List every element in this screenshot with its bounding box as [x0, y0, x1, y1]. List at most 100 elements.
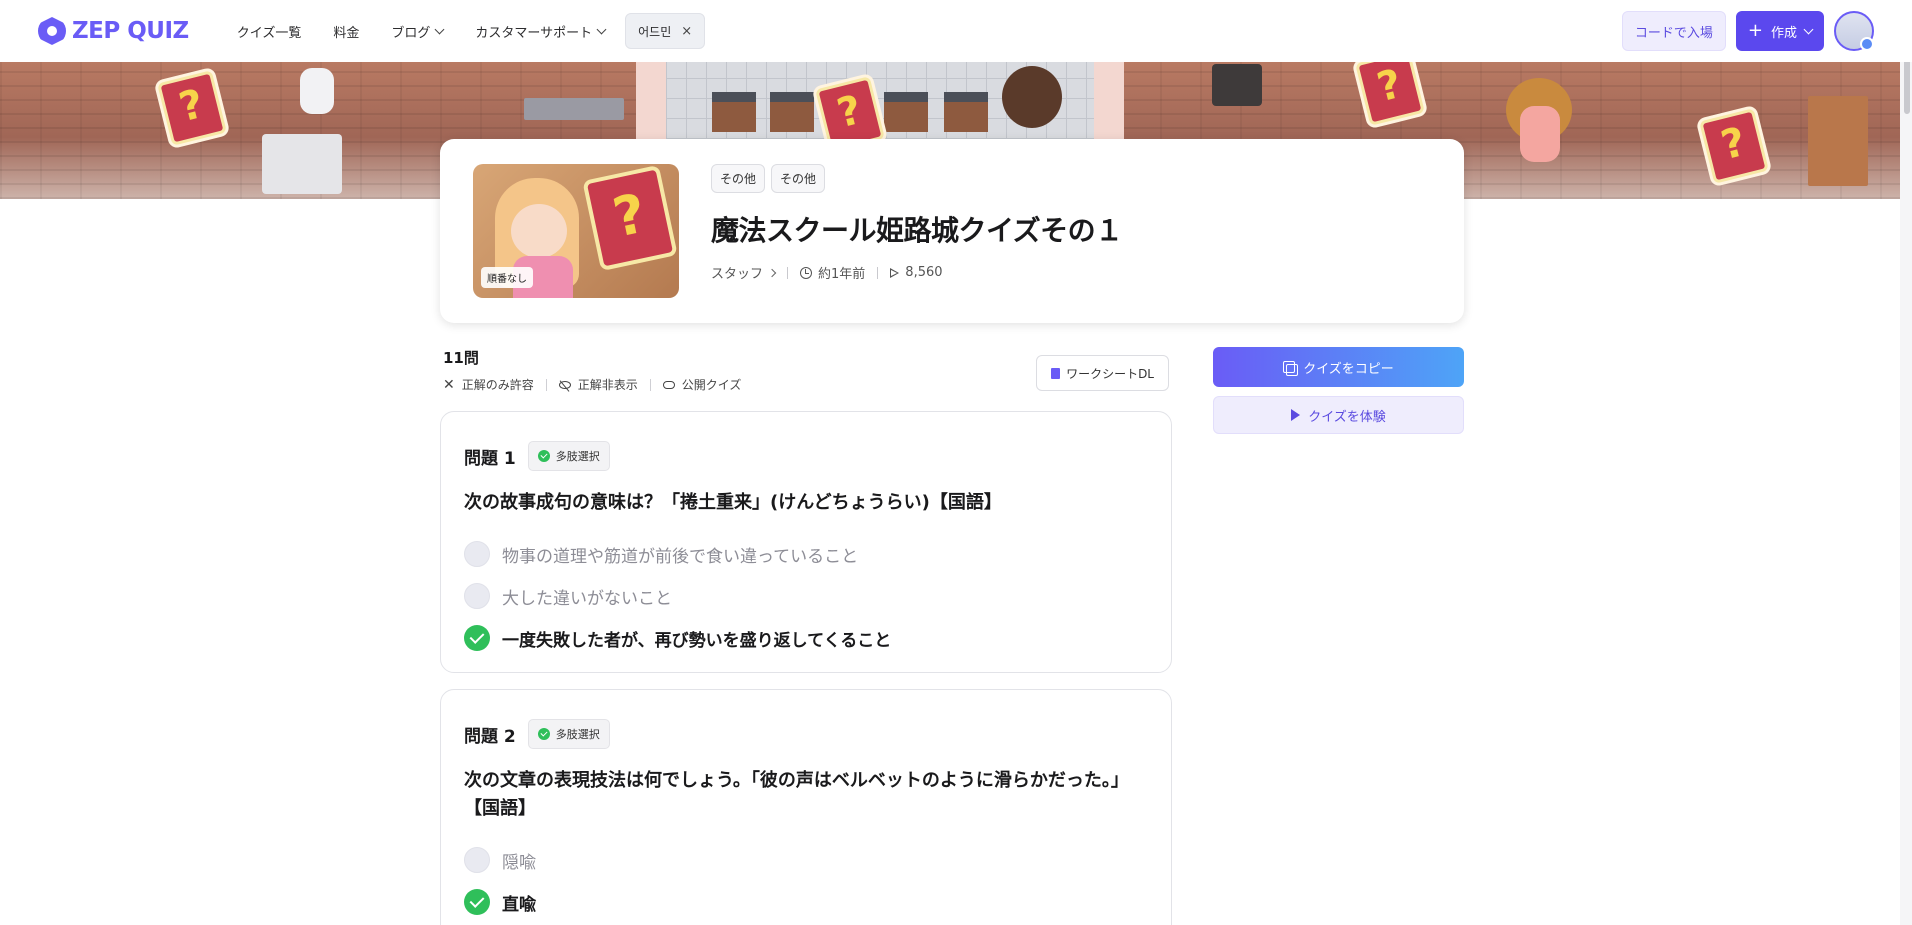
copy-icon [1283, 361, 1299, 376]
quiz-meta: スタッフ 約1年前 8,560 [711, 263, 1123, 282]
chevron-down-icon [434, 24, 445, 34]
try-quiz-button[interactable]: クイズを体験 [1213, 396, 1464, 434]
check-circle-icon [464, 625, 490, 651]
app-frame: ZEP QUIZ クイズ一覧 料金 ブログ カスタマーサポート 어드민 × コー… [0, 0, 1912, 925]
option-circle-icon [464, 847, 490, 873]
desk-sprite [884, 92, 928, 132]
play-icon [1291, 409, 1301, 421]
option-text: 物事の道理や筋道が前後で食い違っていること [502, 546, 859, 567]
thumbnail-face [511, 204, 567, 258]
question-type-badge: 多肢選択 [527, 719, 610, 749]
question-number: 問題 2 [464, 726, 516, 747]
nav-item-quiz-list[interactable]: クイズ一覧 [221, 13, 318, 49]
page-title: 魔法スクール姫路城クイズその１ [711, 214, 1123, 247]
character-sprite [300, 68, 334, 114]
chevron-down-icon [596, 24, 607, 34]
copy-button-label: クイズをコピー [1303, 361, 1394, 377]
option-circle-icon [464, 541, 490, 567]
avatar[interactable] [1834, 11, 1874, 51]
divider [787, 266, 789, 279]
updated-time: 約1年前 [800, 263, 865, 282]
document-icon [1051, 367, 1061, 379]
divider [545, 378, 547, 391]
character-hair-sprite [1002, 66, 1062, 128]
answer-option: 大した違いがないこと [464, 575, 1148, 617]
eye-off-icon [558, 380, 571, 389]
nav-item-support[interactable]: カスタマーサポート [459, 13, 621, 49]
question-number: 問題 1 [464, 448, 516, 469]
scrollbar[interactable] [1900, 0, 1912, 925]
question-text: 次の故事成句の意味は？「捲土重来」(けんどちょうらい)【国語】 [464, 492, 1002, 513]
question-type-label: 多肢選択 [555, 450, 600, 463]
desk-sprite [770, 92, 814, 132]
quiz-summary: 11問 ✕ 正解のみ許容 正解非表示 公開クイズ ワークシートDL [443, 347, 1169, 393]
setting-correct-only: ✕ 正解のみ許容 [443, 376, 534, 393]
try-button-label: クイズを体験 [1308, 409, 1386, 425]
copy-quiz-button[interactable]: クイズをコピー [1213, 347, 1464, 387]
nav-item-pricing[interactable]: 料金 [317, 13, 375, 49]
create-button[interactable]: + 作成 [1735, 11, 1824, 51]
option-text: 一度失敗した者が、再び勢いを盛り返してくること [502, 630, 892, 651]
quiz-header-card: 順番なし その他 その他 魔法スクール姫路城クイズその１ スタッフ 約1年前 [440, 139, 1464, 323]
question-card: 問題 2 多肢選択 次の文章の表現技法は何でしょう。「彼の声はベルベットのように… [440, 689, 1172, 925]
door-sprite [1808, 96, 1868, 186]
quiz-thumbnail: 順番なし [473, 164, 679, 298]
option-text: 直喩 [502, 894, 536, 915]
logo[interactable]: ZEP QUIZ [38, 17, 189, 45]
table-sprite [262, 134, 342, 194]
question-text: 次の文章の表現技法は何でしょう。「彼の声はベルベットのように滑らかだった。」【国… [464, 770, 1129, 819]
quiz-info: その他 その他 魔法スクール姫路城クイズその１ スタッフ 約1年前 8,560 [711, 164, 1123, 298]
divider [649, 378, 651, 391]
play-icon [890, 267, 900, 278]
option-text: 大した違いがないこと [502, 588, 672, 609]
check-circle-icon [464, 889, 490, 915]
main-nav: クイズ一覧 料金 ブログ カスタマーサポート 어드민 × [221, 13, 706, 49]
question-type-label: 多肢選択 [555, 728, 600, 741]
question-type-badge: 多肢選択 [527, 441, 610, 471]
question-card: 問題 1 多肢選択 次の故事成句の意味は？「捲土重来」(けんどちょうらい)【国語… [440, 411, 1172, 673]
question-header: 問題 2 多肢選択 [464, 719, 1148, 749]
divider [877, 266, 879, 279]
close-icon: ✕ [443, 376, 455, 393]
check-icon [537, 450, 550, 462]
link-icon [662, 380, 675, 389]
side-actions: クイズをコピー クイズを体験 [1213, 347, 1464, 434]
header-actions: コードで入場 + 作成 [1621, 11, 1874, 51]
nav-label: クイズ一覧 [236, 25, 302, 41]
clock-icon [800, 266, 813, 279]
author-name: スタッフ [711, 267, 764, 282]
play-count: 8,560 [890, 265, 943, 280]
answer-option: 隠喩 [464, 839, 1148, 881]
category-tag[interactable]: その他 [771, 164, 826, 193]
avatar-badge-icon [1860, 37, 1874, 51]
close-icon[interactable]: × [681, 24, 692, 39]
setting-label: 正解のみ許容 [461, 378, 534, 392]
answer-option-correct: 一度失敗した者が、再び勢いを盛り返してくること [464, 617, 1148, 659]
answer-option: 物事の道理や筋道が前後で食い違っていること [464, 533, 1148, 575]
nav-label: 料金 [333, 25, 360, 41]
admin-chip-label: 어드민 [638, 24, 672, 39]
setting-hide-answer: 正解非表示 [558, 376, 638, 393]
plus-icon: + [1747, 20, 1763, 41]
question-book-icon [582, 164, 678, 272]
option-text: 隠喩 [502, 852, 536, 873]
setting-label: 公開クイズ [681, 378, 742, 392]
nav-label: ブログ [391, 25, 431, 41]
desk-sprite [944, 92, 988, 132]
admin-chip[interactable]: 어드민 × [625, 13, 706, 49]
create-button-label: 作成 [1770, 25, 1797, 41]
logo-icon [38, 17, 66, 45]
character-sprite [1520, 106, 1560, 162]
author-link[interactable]: スタッフ [711, 263, 777, 282]
order-tag: 順番なし [481, 267, 533, 288]
worksheet-button-label: ワークシートDL [1066, 366, 1154, 381]
question-header: 問題 1 多肢選択 [464, 441, 1148, 471]
nav-item-blog[interactable]: ブログ [375, 13, 459, 49]
worksheet-download-button[interactable]: ワークシートDL [1036, 355, 1169, 391]
nav-label: カスタマーサポート [475, 25, 593, 41]
chevron-right-icon [767, 268, 777, 277]
category-tag[interactable]: その他 [711, 164, 766, 193]
desk-sprite [712, 92, 756, 132]
enter-code-button[interactable]: コードで入場 [1621, 11, 1726, 51]
answer-option-correct: 直喩 [464, 881, 1148, 923]
